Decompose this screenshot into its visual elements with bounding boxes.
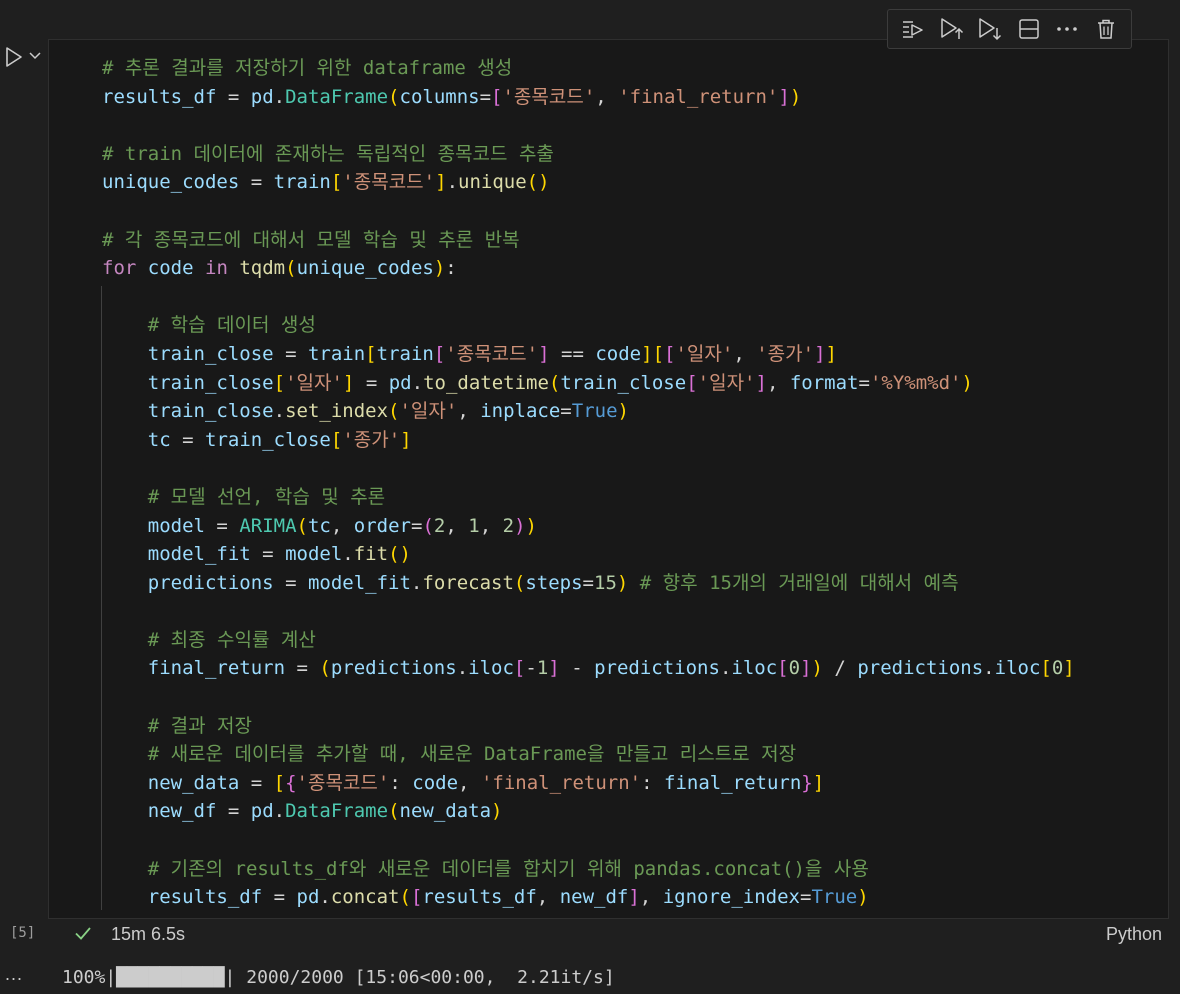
- split-cell-button[interactable]: [1015, 15, 1043, 43]
- code-line[interactable]: [102, 197, 1075, 226]
- code-line[interactable]: [102, 683, 1075, 712]
- more-actions-button[interactable]: [1053, 15, 1081, 43]
- run-cell-button[interactable]: [2, 44, 26, 70]
- code-line[interactable]: results_df = pd.concat([results_df, new_…: [102, 883, 1075, 912]
- code-line[interactable]: # 각 종목코드에 대해서 모델 학습 및 추론 반복: [102, 226, 1075, 255]
- code-line[interactable]: tc = train_close['종가']: [102, 426, 1075, 455]
- execution-time: 15m 6.5s: [111, 924, 186, 944]
- execution-count: [5]: [10, 925, 36, 941]
- code-line[interactable]: # 모델 선언, 학습 및 추론: [102, 483, 1075, 512]
- play-icon: [6, 47, 22, 67]
- code-line[interactable]: for code in tqdm(unique_codes):: [102, 254, 1075, 283]
- code-line[interactable]: # 추론 결과를 저장하기 위한 dataframe 생성: [102, 54, 1075, 83]
- notebook-page: # 추론 결과를 저장하기 위한 dataframe 생성 results_df …: [0, 0, 1180, 994]
- code-line[interactable]: # 최종 수익률 계산: [102, 626, 1075, 655]
- progress-output: 100%|██████████| 2000/2000 [15:06<00:00,…: [62, 967, 615, 988]
- execute-below-button[interactable]: [976, 15, 1004, 43]
- split-cell-icon: [1019, 19, 1039, 39]
- code-line[interactable]: new_df = pd.DataFrame(new_data): [102, 797, 1075, 826]
- code-line[interactable]: # train 데이터에 존재하는 독립적인 종목코드 추출: [102, 140, 1075, 169]
- output-more-button[interactable]: ...: [5, 964, 23, 985]
- run-options-button[interactable]: [27, 46, 43, 66]
- code-line[interactable]: train_close.set_index('일자', inplace=True…: [102, 397, 1075, 426]
- code-line[interactable]: [102, 454, 1075, 483]
- code-line[interactable]: [102, 111, 1075, 140]
- code-line[interactable]: final_return = (predictions.iloc[-1] - p…: [102, 654, 1075, 683]
- code-editor[interactable]: # 추론 결과를 저장하기 위한 dataframe 생성 results_df …: [102, 54, 1075, 912]
- code-line[interactable]: train_close['일자'] = pd.to_datetime(train…: [102, 369, 1075, 398]
- code-line[interactable]: model = ARIMA(tc, order=(2, 1, 2)): [102, 512, 1075, 541]
- code-line[interactable]: predictions = model_fit.forecast(steps=1…: [102, 569, 1075, 598]
- ellipsis-icon: [1057, 27, 1078, 31]
- trash-icon: [1097, 19, 1114, 39]
- execute-above-icon: [941, 18, 963, 39]
- execute-above-button[interactable]: [938, 15, 966, 43]
- code-line[interactable]: [102, 597, 1075, 626]
- code-line[interactable]: # 결과 저장: [102, 712, 1075, 741]
- code-line[interactable]: # 학습 데이터 생성: [102, 311, 1075, 340]
- code-line[interactable]: [102, 283, 1075, 312]
- chevron-down-icon: [29, 52, 41, 60]
- code-line[interactable]: # 기존의 results_df와 새로운 데이터를 합치기 위해 pandas…: [102, 855, 1075, 884]
- code-line[interactable]: train_close = train[train['종목코드'] == cod…: [102, 340, 1075, 369]
- code-line[interactable]: [102, 826, 1075, 855]
- run-by-line-icon: [903, 21, 923, 38]
- code-line[interactable]: # 새로운 데이터를 추가할 때, 새로운 DataFrame을 만들고 리스트…: [102, 740, 1075, 769]
- code-line[interactable]: model_fit = model.fit(): [102, 540, 1075, 569]
- cell-toolbar: [887, 9, 1132, 49]
- check-icon: [75, 927, 91, 940]
- execute-below-icon: [979, 18, 1002, 41]
- delete-cell-button[interactable]: [1092, 15, 1120, 43]
- code-line[interactable]: new_data = [{'종목코드': code, 'final_return…: [102, 769, 1075, 798]
- code-line[interactable]: unique_codes = train['종목코드'].unique(): [102, 168, 1075, 197]
- code-line[interactable]: results_df = pd.DataFrame(columns=['종목코드…: [102, 83, 1075, 112]
- run-by-line-button[interactable]: [899, 15, 927, 43]
- code-cell[interactable]: # 추론 결과를 저장하기 위한 dataframe 생성 results_df …: [48, 39, 1169, 919]
- kernel-language-button[interactable]: Python: [1106, 924, 1162, 945]
